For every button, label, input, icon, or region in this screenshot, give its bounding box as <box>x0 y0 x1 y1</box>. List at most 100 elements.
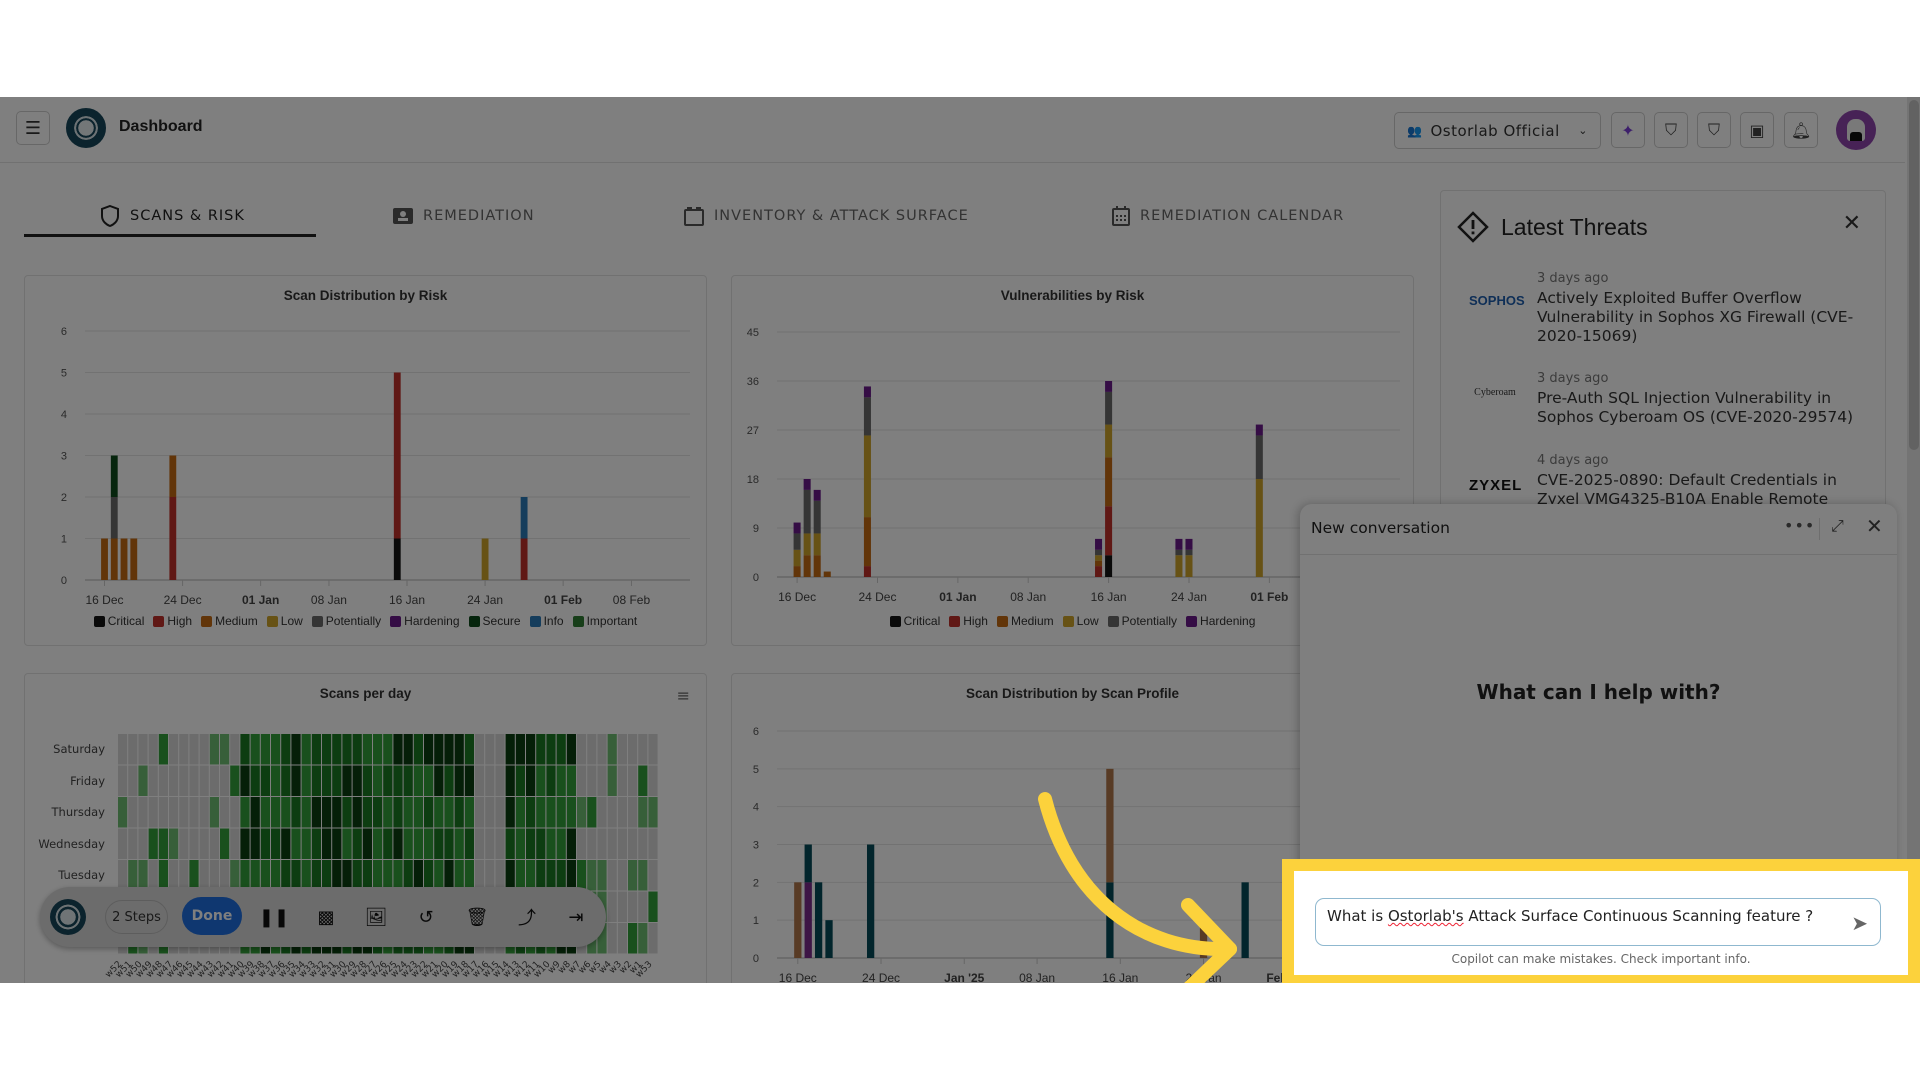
heatmap-cell <box>332 765 342 796</box>
heatmap-cell <box>556 797 566 828</box>
close-icon[interactable]: ✕ <box>1843 211 1861 236</box>
y-tick-label: 18 <box>747 474 759 486</box>
heatmap-cell <box>189 860 199 891</box>
heatmap-cell <box>617 923 627 954</box>
tab-inventory-attack-surface[interactable]: INVENTORY & ATTACK SURFACE <box>684 195 969 237</box>
chevron-down-icon: ⌄ <box>1578 124 1588 137</box>
heatmap-cell <box>587 765 597 796</box>
copilot-button[interactable]: ✦ <box>1611 112 1645 148</box>
heatmap-cell <box>179 828 189 859</box>
heatmap-cell <box>311 860 321 891</box>
done-button[interactable]: Done <box>182 897 242 935</box>
legend-item[interactable]: Hardening <box>390 614 460 628</box>
threat-time: 3 days ago <box>1537 371 1609 386</box>
y-tick-label: 6 <box>61 326 67 338</box>
tab-scans-risk[interactable]: SCANS & RISK <box>100 195 245 237</box>
send-icon[interactable]: ➤ <box>1851 911 1868 935</box>
legend-item[interactable]: Low <box>266 614 303 628</box>
threat-title[interactable]: Pre-Auth SQL Injection Vulnerability in … <box>1537 389 1867 427</box>
chat-input-value[interactable]: What is Ostorlab's Attack Surface Contin… <box>1327 907 1813 925</box>
legend-item[interactable]: Info <box>529 614 564 628</box>
menu-button[interactable]: ☰ <box>16 111 50 145</box>
undo-icon[interactable]: ↺ <box>412 903 440 931</box>
heatmap-cell <box>148 828 158 859</box>
heatmap-cell <box>383 797 393 828</box>
legend-item[interactable]: Secure <box>468 614 521 628</box>
blur-icon[interactable]: ▩ <box>312 903 340 931</box>
close-icon[interactable]: ✕ <box>1866 514 1883 538</box>
image-icon[interactable]: 🖼︎ <box>362 903 390 931</box>
heatmap-cell <box>332 734 342 765</box>
bar-segment-low <box>1175 555 1183 577</box>
heatmap-cell <box>362 860 372 891</box>
expand-icon[interactable]: ⤢ <box>1831 516 1844 536</box>
trash-icon[interactable]: 🗑︎ <box>463 903 491 931</box>
legend-item[interactable]: Potentially <box>311 614 381 628</box>
heatmap-cell <box>128 860 138 891</box>
legend-item[interactable]: Medium <box>996 614 1054 628</box>
legend-item[interactable]: Low <box>1062 614 1099 628</box>
legend-swatch <box>1186 615 1198 627</box>
heatmap-cell <box>628 734 638 765</box>
heatmap-cell <box>128 765 138 796</box>
tab-remediation[interactable]: REMEDIATION <box>393 195 535 237</box>
heatmap-cell <box>444 860 454 891</box>
legend-item[interactable]: Critical <box>889 614 940 628</box>
user-avatar[interactable] <box>1836 110 1876 150</box>
heatmap-cell <box>138 734 148 765</box>
heatmap-cell <box>515 797 525 828</box>
pause-icon[interactable]: ❚❚ <box>259 903 289 931</box>
legend-item[interactable]: Medium <box>201 614 258 628</box>
organization-name: Ostorlab Official <box>1430 121 1560 140</box>
recorder-toolbar: 2 Steps Done ❚❚ ▩ 🖼︎ ↺ 🗑︎ ⤴ ⇥ <box>40 887 606 947</box>
heatmap-cell <box>179 860 189 891</box>
legend-item[interactable]: Potentially <box>1107 614 1177 628</box>
notifications-button[interactable]: 🔔︎ <box>1784 112 1818 148</box>
threat-title[interactable]: Actively Exploited Buffer Overflow Vulne… <box>1537 289 1867 346</box>
x-tick-label: 24 Dec <box>862 971 900 983</box>
steps-counter[interactable]: 2 Steps <box>105 900 168 934</box>
legend-item[interactable]: Important <box>572 614 637 628</box>
new-scan-button[interactable]: ⛉ <box>1654 112 1688 148</box>
legend-swatch <box>311 615 323 627</box>
recorder-logo <box>50 899 86 935</box>
legend-item[interactable]: High <box>949 614 988 628</box>
ostorlab-logo[interactable] <box>66 108 106 148</box>
organization-select[interactable]: 👥 Ostorlab Official ⌄ <box>1394 112 1601 149</box>
heatmap-cell <box>291 860 301 891</box>
bar-segment-high <box>169 497 177 580</box>
heatmap-cell <box>566 860 576 891</box>
heatmap-cell <box>311 797 321 828</box>
tickets-button[interactable]: ▣ <box>1740 112 1774 148</box>
heatmap-cell <box>403 797 413 828</box>
chat-disclaimer: Copilot can make mistakes. Check importa… <box>1451 952 1751 966</box>
arrow-up-icon[interactable]: ⤴ <box>513 903 541 931</box>
skip-to-end-icon[interactable]: ⇥ <box>562 903 590 931</box>
heatmap-cell <box>393 828 403 859</box>
bar-segment-medium <box>823 571 831 577</box>
more-options-icon[interactable]: ••• <box>1784 516 1815 535</box>
heatmap-cell <box>393 734 403 765</box>
legend-item[interactable]: High <box>153 614 192 628</box>
heatmap-cell <box>413 734 423 765</box>
heatmap-cell <box>322 860 332 891</box>
heatmap-cell <box>434 860 444 891</box>
heatmap-cell <box>199 765 209 796</box>
bar-segment-medium <box>1095 560 1103 567</box>
scrollbar-thumb[interactable] <box>1909 100 1919 450</box>
heatmap-cell <box>597 828 607 859</box>
heatmap-cell <box>322 797 332 828</box>
heatmap-cell <box>638 734 648 765</box>
heatmap-cell <box>199 734 209 765</box>
heatmap-cell <box>607 828 617 859</box>
heatmap-cell <box>475 828 485 859</box>
bar-segment-hardening <box>1175 538 1183 550</box>
heatmap-cell <box>158 828 168 859</box>
legend-item[interactable]: Critical <box>93 614 144 628</box>
bar-segment-medium <box>793 566 801 577</box>
chat-input[interactable]: What is Ostorlab's Attack Surface Contin… <box>1315 898 1881 946</box>
heatmap-cell <box>495 734 505 765</box>
security-button[interactable]: ⛉ <box>1697 112 1731 148</box>
tab-remediation-calendar[interactable]: REMEDIATION CALENDAR <box>1112 195 1344 237</box>
legend-item[interactable]: Hardening <box>1186 614 1255 628</box>
